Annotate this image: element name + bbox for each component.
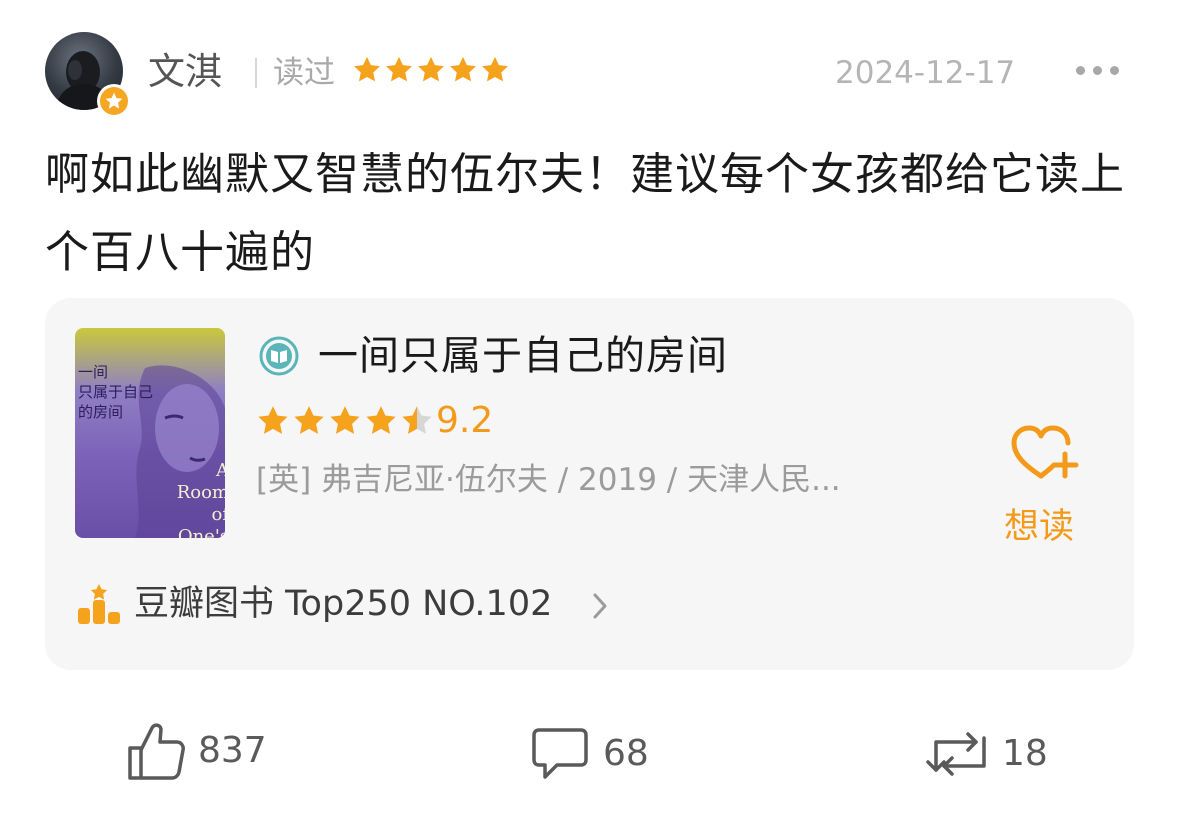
comment-count: 68: [603, 733, 649, 774]
divider: [255, 58, 257, 88]
heart-plus-icon[interactable]: [1008, 424, 1082, 484]
repost-icon: [926, 732, 986, 776]
repost-count: 18: [1002, 733, 1048, 774]
book-score: 9.2: [436, 400, 494, 441]
want-to-read-button[interactable]: 想读: [1004, 505, 1074, 549]
star-icon: [386, 56, 412, 82]
comment-icon: [532, 728, 588, 779]
like-button[interactable]: 837: [126, 720, 267, 782]
book-title[interactable]: 一间只属于自己的房间: [318, 330, 728, 382]
star-icon: [418, 56, 444, 82]
post-date: 2024-12-17: [835, 55, 1016, 91]
like-count: 837: [198, 730, 267, 771]
verified-badge: [97, 84, 131, 118]
cover-title: 一间 只属于自己 的房间: [78, 363, 154, 421]
cover-english-title: ARoomofOne'sOwn: [176, 460, 225, 538]
star-icon: [450, 56, 476, 82]
thumbs-up-icon: [128, 723, 185, 780]
star-icon: [354, 56, 380, 82]
book-rating-stars: [256, 404, 434, 438]
read-status: 读过: [273, 55, 335, 91]
username[interactable]: 文淇: [148, 48, 222, 96]
book-cover[interactable]: 一间只属于自己的房间 ARoomofOne'sOwn: [75, 328, 225, 538]
star-icon: [330, 406, 360, 434]
star-icon: [366, 406, 396, 434]
chevron-right-icon[interactable]: [592, 592, 608, 624]
more-options-icon[interactable]: [1076, 66, 1119, 75]
star-badge-icon: [105, 92, 123, 109]
ranking-link[interactable]: 豆瓣图书 Top250 NO.102: [134, 580, 552, 628]
book-meta: [英] 弗吉尼亚·伍尔夫 / 2019 / 天津人民...: [256, 462, 841, 498]
user-rating-stars: [352, 55, 510, 85]
star-icon: [482, 56, 508, 82]
star-icon: [258, 406, 288, 434]
star-icon: [402, 406, 432, 434]
comment-button[interactable]: 68: [531, 726, 649, 782]
ranking-icon: [76, 584, 122, 630]
book-icon: [258, 335, 300, 377]
review-text: 啊如此幽默又智慧的伍尔夫！建议每个女孩都给它读上个百八十遍的: [45, 149, 1125, 278]
star-icon: [294, 406, 324, 434]
repost-button[interactable]: 18: [922, 728, 1048, 780]
